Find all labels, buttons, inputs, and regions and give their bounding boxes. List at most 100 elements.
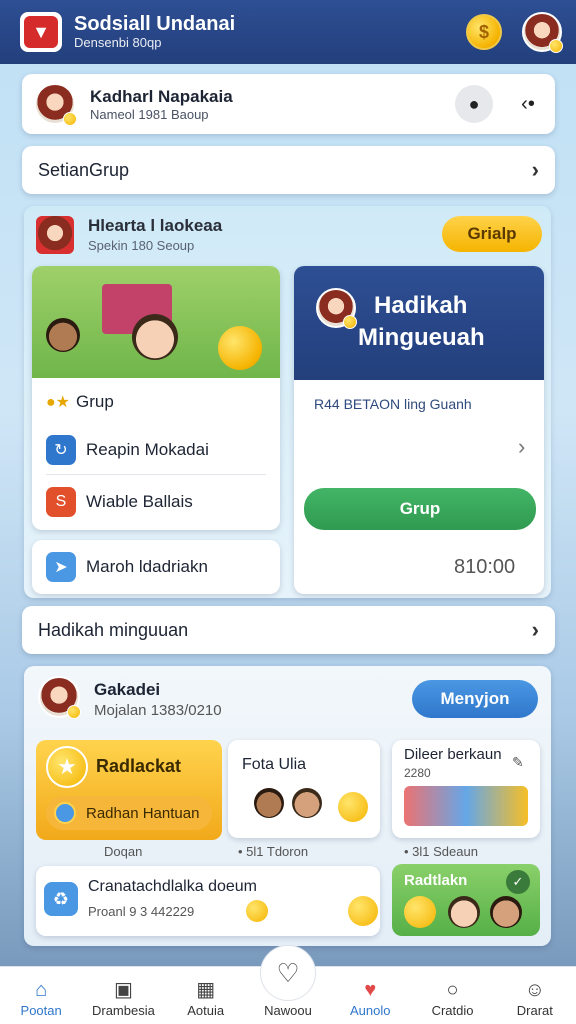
menyjon-button[interactable]: Menyjon	[412, 680, 538, 718]
nav-label: Pootan	[20, 1003, 62, 1018]
chevron-right-icon: ›	[531, 617, 539, 642]
tile-radlackat[interactable]: ★ Radlackat Radhan Hantuan	[36, 740, 222, 840]
coin-face-icon	[404, 896, 436, 928]
pencil-icon[interactable]: ✎	[512, 754, 524, 771]
maroh-label: Maroh ldadriakn	[86, 557, 208, 576]
nav-label: Drarat	[516, 1003, 553, 1018]
nav-nawoou[interactable]: ♡ Nawoou	[250, 945, 326, 1018]
check-icon: ✓	[506, 870, 530, 894]
nav-aotuia[interactable]: ▦ Aotuia	[168, 977, 244, 1018]
activity-card: ●★ Grup ↻ Reapin Mokadai S Wiable Ballai…	[32, 266, 280, 530]
tile-title: Radlackat	[96, 756, 182, 776]
kid-face-icon	[448, 896, 480, 928]
nav-pootan[interactable]: ⌂ Pootan	[3, 977, 79, 1018]
coin-icon	[348, 896, 378, 926]
home-icon: ⌂	[35, 979, 48, 1001]
app-logo[interactable]: ▼	[20, 12, 62, 52]
toys-illustration	[404, 786, 528, 826]
nav-aunolo[interactable]: ♥ Aunolo	[332, 977, 408, 1018]
list-item-grup[interactable]: ●★ Grup	[32, 378, 280, 426]
lower-sub: Mojalan 1383/0210	[94, 702, 222, 719]
coin-icon	[246, 900, 268, 922]
tile-caption: • 5l1 Tdoron	[238, 844, 309, 859]
list-item-label: Wiable Ballais	[86, 492, 193, 511]
app-header: ▼ Sodsiall Undanai Densenbi 80qp $	[0, 0, 576, 64]
coin-icon[interactable]: $	[466, 14, 502, 50]
chevron-right-icon: ›	[531, 157, 539, 182]
tile-radtlakn[interactable]: Radtlakn ✓	[392, 864, 540, 936]
setting-row[interactable]: SetianGrup ›	[22, 146, 555, 194]
profile-button[interactable]: ●	[455, 85, 493, 123]
setting-row-label: SetianGrup	[38, 159, 130, 180]
cranat-row[interactable]: ♻ Cranatachdlalka doeum Proanl 9 3 44222…	[36, 866, 380, 936]
user-icon: ☺	[524, 979, 546, 1001]
cranat-title: Cranatachdlalka doeum	[88, 878, 257, 895]
coin-icon	[218, 326, 262, 370]
bottom-nav: ⌂ Pootan ▣ Drambesia ▦ Aotuia ♡ Nawoou ♥…	[0, 945, 576, 1024]
profile-name: Kadharl Napakaia	[90, 86, 233, 106]
chevron-right-icon[interactable]: ›	[518, 434, 525, 460]
promo-title-2: Mingueuah	[358, 324, 485, 351]
tile-dileer[interactable]: Dileer berkaun 2280 ✎	[392, 740, 540, 838]
tile-title: Fota Ulia	[242, 756, 307, 773]
coin-badge-icon	[549, 39, 563, 53]
promo-avatar	[316, 288, 357, 329]
store-icon: ▣	[113, 979, 133, 1001]
group-avatar	[36, 216, 74, 254]
coin-icon	[338, 792, 368, 822]
connect-icon: ♻	[44, 882, 78, 916]
nav-label: Cratdio	[431, 1003, 474, 1018]
header-title-block: Sodsiall Undanai Densenbi 80qp	[74, 13, 466, 51]
kids-illustration	[32, 266, 280, 378]
list-item-reapin[interactable]: ↻ Reapin Mokadai	[32, 426, 280, 474]
kid-face-icon	[254, 788, 284, 818]
kid-face-icon	[132, 314, 178, 360]
share-icon[interactable]: ‹•	[513, 93, 543, 116]
coin-badge-icon	[343, 315, 357, 329]
user-avatar[interactable]	[522, 12, 563, 53]
app-title: Sodsiall Undanai	[74, 13, 236, 35]
lower-panel: Gakadei Mojalan 1383/0210 Menyjon ★ Radl…	[24, 666, 551, 946]
profile-sub: Nameol 1981 Baoup	[90, 106, 209, 122]
tile-fota[interactable]: Fota Ulia	[228, 740, 380, 838]
group-title: Hlearta l laokeaa	[88, 216, 223, 235]
nav-cratdio[interactable]: ○ Cratdio	[415, 977, 491, 1018]
tile-title: Dileer berkaun	[404, 746, 502, 763]
hadikah-row-label: Hadikah minguuan	[38, 619, 189, 640]
nav-label: Nawoou	[264, 1003, 312, 1018]
app-subtitle: Densenbi 80qp	[74, 35, 162, 50]
nav-drarat[interactable]: ☺ Drarat	[497, 977, 573, 1018]
user-silhouette-icon: ●	[468, 93, 480, 114]
star-coin-icon: ★	[46, 746, 88, 788]
list-item-wiable[interactable]: S Wiable Ballais	[32, 475, 280, 529]
group-action-button[interactable]: Grialp	[442, 216, 542, 252]
chat-icon: ○	[446, 979, 459, 1001]
tile-caption: Doqan	[104, 844, 143, 859]
shield-icon: ▼	[24, 16, 58, 48]
kid-face-icon	[46, 318, 80, 352]
profile-card[interactable]: Kadharl Napakaia Nameol 1981 Baoup ● ‹•	[22, 74, 555, 134]
calendar-icon: ▦	[196, 979, 216, 1001]
kid-face-icon	[292, 788, 322, 818]
cranat-sub: Proanl 9 3 442229	[88, 904, 195, 919]
tile-button[interactable]: Radhan Hantuan	[46, 796, 212, 830]
coin-badge-icon	[67, 705, 81, 719]
group-sub: Spekin 180 Seoup	[88, 238, 195, 253]
promo-header: Hadikah Mingueuah	[294, 266, 544, 380]
maroh-card[interactable]: ➤ Maroh ldadriakn	[32, 540, 280, 594]
list-item-label: Reapin Mokadai	[86, 440, 209, 459]
group-panel: Hlearta l laokeaa Spekin 180 Seoup Grial…	[24, 206, 551, 598]
dollar-icon: S	[46, 487, 76, 517]
nav-label: Aotuia	[187, 1003, 225, 1018]
hadikah-row[interactable]: Hadikah minguuan ›	[22, 606, 555, 654]
promo-title-1: Hadikah	[374, 292, 468, 319]
paper-plane-icon: ➤	[46, 552, 76, 582]
nav-label: Aunolo	[350, 1003, 391, 1018]
promo-grup-button[interactable]: Grup	[304, 488, 536, 530]
coin-icon	[54, 802, 76, 824]
nav-label: Drambesia	[91, 1003, 155, 1018]
list-item-label: Grup	[76, 392, 114, 411]
nav-drambesia[interactable]: ▣ Drambesia	[85, 977, 161, 1018]
lower-avatar	[38, 676, 81, 719]
lower-name: Gakadei	[94, 680, 161, 699]
